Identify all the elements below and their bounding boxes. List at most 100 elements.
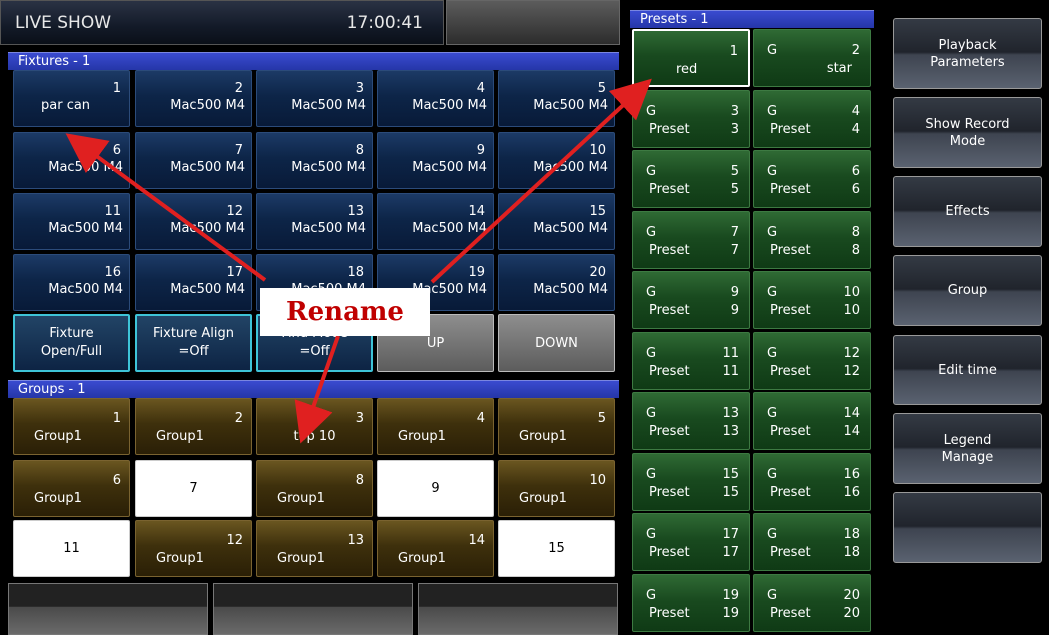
preset-name-number: 19: [722, 605, 739, 621]
fixture-button-15[interactable]: 15 Mac500 M4: [498, 193, 615, 250]
effects-button[interactable]: Effects: [893, 176, 1042, 247]
preset-button-11[interactable]: G 11 Preset 11: [632, 331, 750, 390]
fixture-number: 4: [476, 81, 485, 96]
group-button-15[interactable]: 15: [498, 520, 615, 577]
button-label-line1: Fixture: [49, 326, 94, 341]
fixture-button-1[interactable]: 1 par can: [13, 70, 130, 127]
preset-button-12[interactable]: G 12 Preset 12: [753, 331, 871, 390]
group-button-14[interactable]: 14 Group1: [377, 520, 494, 577]
fixture-align-button[interactable]: Fixture Align =Off: [135, 314, 252, 372]
preset-button-4[interactable]: G 4 Preset 4: [753, 89, 871, 148]
fixture-button-12[interactable]: 12 Mac500 M4: [135, 193, 252, 250]
preset-group-flag: G: [646, 103, 657, 119]
fixture-button-5[interactable]: 5 Mac500 M4: [498, 70, 615, 127]
group-name: Group1: [519, 429, 567, 444]
preset-button-6[interactable]: G 6 Preset 6: [753, 150, 871, 208]
group-button-10[interactable]: 10 Group1: [498, 460, 615, 517]
preset-button-10[interactable]: G 10 Preset 10: [753, 271, 871, 329]
fixture-button-7[interactable]: 7 Mac500 M4: [135, 132, 252, 189]
edit-time-button[interactable]: Edit time: [893, 335, 1042, 405]
group-button-6[interactable]: 6 Group1: [13, 460, 130, 517]
title-bar-blank-button[interactable]: [446, 0, 620, 45]
fixture-button-20[interactable]: 20 Mac500 M4: [498, 254, 615, 311]
show-title-panel: LIVE SHOW 17:00:41: [0, 0, 444, 45]
preset-group-flag: G: [767, 406, 778, 421]
preset-name: Preset: [649, 605, 690, 621]
preset-button-2[interactable]: G 2 star: [753, 29, 871, 87]
group-button-2[interactable]: 2 Group1: [135, 398, 252, 455]
fixture-button-2[interactable]: 2 Mac500 M4: [135, 70, 252, 127]
fixture-button-8[interactable]: 8 Mac500 M4: [256, 132, 373, 189]
group-button-12[interactable]: 12 Group1: [135, 520, 252, 577]
preset-name: Preset: [649, 303, 690, 318]
preset-button-7[interactable]: G 7 Preset 7: [632, 210, 750, 269]
group-button-13[interactable]: 13 Group1: [256, 520, 373, 577]
preset-button-14[interactable]: G 14 Preset 14: [753, 392, 871, 450]
group-number: 11: [63, 541, 80, 556]
side-button-label: Edit time: [938, 362, 997, 379]
group-name: Group1: [398, 429, 446, 444]
fixture-button-3[interactable]: 3 Mac500 M4: [256, 70, 373, 127]
preset-button-19[interactable]: G 19 Preset 19: [632, 573, 750, 632]
fixture-button-17[interactable]: 17 Mac500 M4: [135, 254, 252, 311]
fixture-button-14[interactable]: 14 Mac500 M4: [377, 193, 494, 250]
down-button[interactable]: DOWN: [498, 314, 615, 372]
preset-number: 5: [730, 164, 739, 179]
preset-button-8[interactable]: G 8 Preset 8: [753, 210, 871, 269]
preset-name: Preset: [649, 242, 690, 258]
fixture-button-13[interactable]: 13 Mac500 M4: [256, 193, 373, 250]
preset-number: 19: [722, 587, 739, 603]
preset-button-1[interactable]: 1 red: [632, 29, 750, 87]
group-button-9[interactable]: 9: [377, 460, 494, 517]
group-button-8[interactable]: 8 Group1: [256, 460, 373, 517]
preset-button-3[interactable]: G 3 Preset 3: [632, 89, 750, 148]
group-button-11[interactable]: 11: [13, 520, 130, 577]
group-button-5[interactable]: 5 Group1: [498, 398, 615, 455]
legend-manage-button[interactable]: Legend Manage: [893, 413, 1042, 484]
fixture-button-4[interactable]: 4 Mac500 M4: [377, 70, 494, 127]
group-number: 9: [431, 481, 440, 496]
group-button-1[interactable]: 1 Group1: [13, 398, 130, 455]
preset-number: 3: [730, 103, 739, 119]
preset-name: Preset: [649, 182, 690, 197]
preset-name: Preset: [649, 484, 690, 500]
preset-button-16[interactable]: G 16 Preset 16: [753, 452, 871, 511]
fixture-button-9[interactable]: 9 Mac500 M4: [377, 132, 494, 189]
preset-button-5[interactable]: G 5 Preset 5: [632, 150, 750, 208]
preset-button-20[interactable]: G 20 Preset 20: [753, 573, 871, 632]
preset-group-flag: G: [646, 587, 657, 603]
bottom-softkey-1[interactable]: [8, 583, 208, 635]
fixture-button-16[interactable]: 16 Mac500 M4: [13, 254, 130, 311]
fixture-name: Mac500 M4: [533, 282, 608, 297]
preset-button-18[interactable]: G 18 Preset 18: [753, 513, 871, 571]
group-button-4[interactable]: 4 Group1: [377, 398, 494, 455]
fixture-name: Mac500 M4: [533, 160, 608, 175]
bottom-softkey-2[interactable]: [213, 583, 413, 635]
preset-group-flag: G: [646, 466, 657, 482]
group-button-3[interactable]: 3 top 10: [256, 398, 373, 455]
group-number: 15: [548, 541, 565, 556]
preset-name-number: 17: [722, 545, 739, 560]
label-line1: Legend: [943, 433, 992, 448]
preset-button-17[interactable]: G 17 Preset 17: [632, 513, 750, 571]
group-number: 14: [468, 533, 485, 548]
blank-side-button[interactable]: [893, 492, 1042, 563]
preset-button-15[interactable]: G 15 Preset 15: [632, 452, 750, 511]
fixture-name: Mac500 M4: [412, 98, 487, 113]
fixture-button-10[interactable]: 10 Mac500 M4: [498, 132, 615, 189]
preset-name-number: 11: [722, 363, 739, 379]
preset-button-13[interactable]: G 13 Preset 13: [632, 392, 750, 450]
preset-number: 8: [851, 224, 860, 240]
side-button-label: Show Record Mode: [925, 116, 1009, 150]
group-button[interactable]: Group: [893, 255, 1042, 326]
playback-parameters-button[interactable]: Playback Parameters: [893, 18, 1042, 89]
show-record-mode-button[interactable]: Show Record Mode: [893, 97, 1042, 168]
fixture-name: Mac500 M4: [291, 221, 366, 236]
fixture-button-11[interactable]: 11 Mac500 M4: [13, 193, 130, 250]
fixture-button-6[interactable]: 6 Mac500 M4: [13, 132, 130, 189]
group-number: 2: [234, 411, 243, 426]
fixture-open-full-button[interactable]: Fixture Open/Full: [13, 314, 130, 372]
bottom-softkey-3[interactable]: [418, 583, 618, 635]
preset-button-9[interactable]: G 9 Preset 9: [632, 271, 750, 329]
group-button-7[interactable]: 7: [135, 460, 252, 517]
